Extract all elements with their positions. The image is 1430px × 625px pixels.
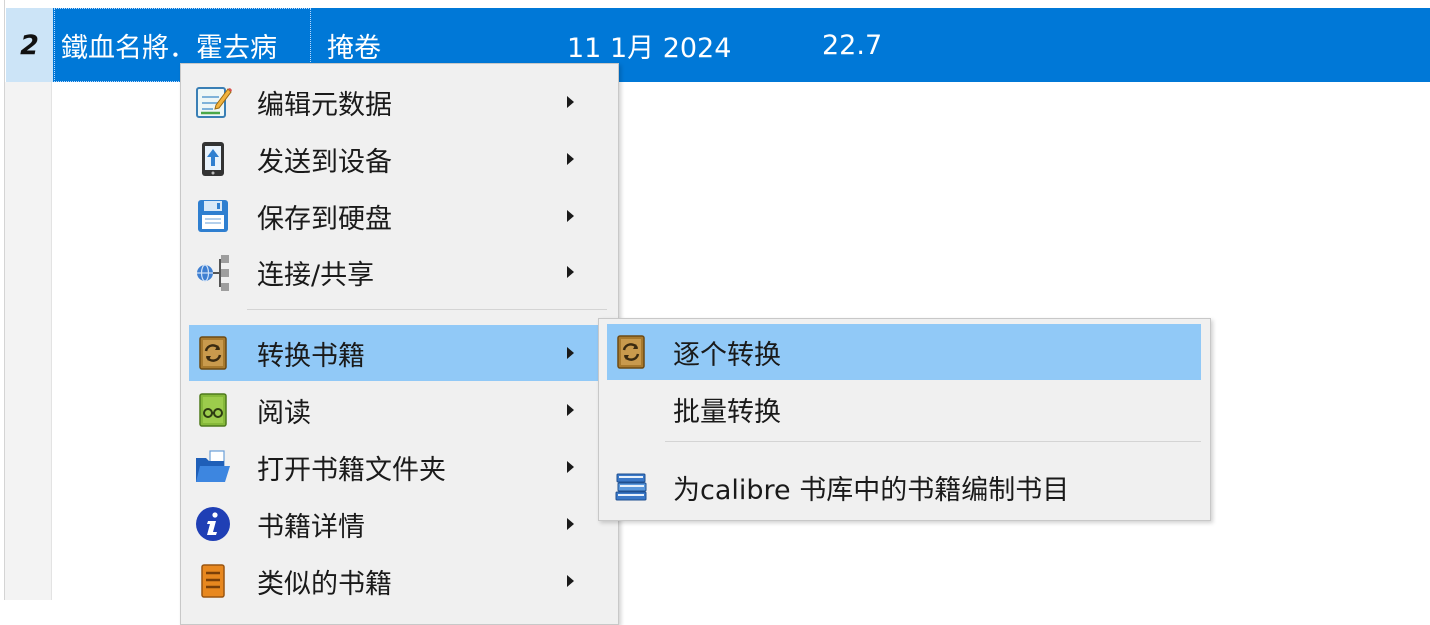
menu-item-label: 书籍详情 — [257, 511, 365, 543]
submenu-arrow-icon — [567, 266, 574, 278]
submenu-arrow-icon — [567, 404, 574, 416]
menu-item-label: 编辑元数据 — [257, 89, 392, 121]
submenu-arrow-icon — [567, 210, 574, 222]
submenu-item-create-catalog[interactable]: 为calibre 书库中的书籍编制书目 — [607, 459, 1201, 515]
menu-item-edit-metadata[interactable]: 编辑元数据 — [189, 74, 599, 130]
convert-books-icon — [193, 334, 233, 372]
edit-metadata-icon — [193, 83, 233, 121]
convert-submenu: 逐个转换 批量转换 为calibre 书库中的书籍编制书目 — [598, 318, 1211, 521]
menu-item-label: 转换书籍 — [257, 340, 365, 372]
menu-item-convert-books[interactable]: 转换书籍 — [189, 325, 599, 381]
submenu-item-label: 逐个转换 — [673, 339, 781, 371]
menu-item-label: 保存到硬盘 — [257, 203, 392, 235]
submenu-separator — [665, 441, 1201, 442]
submenu-item-label: 批量转换 — [673, 396, 781, 428]
submenu-arrow-icon — [567, 96, 574, 108]
menu-separator — [247, 309, 607, 310]
submenu-arrow-icon — [567, 575, 574, 587]
save-to-disk-icon — [193, 197, 233, 235]
row-number-gutter — [5, 82, 52, 600]
submenu-arrow-icon — [567, 153, 574, 165]
info-icon — [193, 505, 233, 543]
menu-item-label: 打开书籍文件夹 — [257, 454, 446, 486]
submenu-item-convert-individually[interactable]: 逐个转换 — [607, 324, 1201, 380]
open-folder-icon — [193, 448, 233, 486]
submenu-item-label: 为calibre 书库中的书籍编制书目 — [673, 474, 1070, 506]
menu-item-open-folder[interactable]: 打开书籍文件夹 — [189, 439, 599, 495]
convert-books-icon — [611, 333, 651, 371]
menu-item-similar-books[interactable]: 类似的书籍 — [189, 553, 599, 609]
menu-item-send-to-device[interactable]: 发送到设备 — [189, 131, 599, 187]
submenu-item-bulk-convert[interactable]: 批量转换 — [607, 381, 1201, 437]
menu-item-read[interactable]: 阅读 — [189, 382, 599, 438]
menu-item-save-to-disk[interactable]: 保存到硬盘 — [189, 188, 599, 244]
menu-item-label: 发送到设备 — [257, 146, 392, 178]
submenu-arrow-icon — [567, 461, 574, 473]
catalog-icon — [611, 468, 651, 506]
row-number: 2 — [6, 8, 53, 82]
menu-item-label: 阅读 — [257, 397, 311, 429]
menu-item-book-details[interactable]: 书籍详情 — [189, 496, 599, 552]
send-to-device-icon — [193, 140, 233, 178]
menu-item-label: 连接/共享 — [257, 259, 375, 291]
submenu-arrow-icon — [567, 347, 574, 359]
read-book-icon — [193, 391, 233, 429]
book-size-cell[interactable]: 22.7 — [822, 8, 882, 82]
context-menu: 编辑元数据 发送到设备 保存到硬盘 连接/共享 转换书籍 阅读 打开书籍文件夹 … — [180, 63, 619, 625]
menu-item-label: 类似的书籍 — [257, 568, 392, 600]
connect-share-icon — [193, 253, 233, 291]
submenu-arrow-icon — [567, 518, 574, 530]
similar-books-icon — [193, 562, 233, 600]
menu-item-connect-share[interactable]: 连接/共享 — [189, 244, 599, 300]
